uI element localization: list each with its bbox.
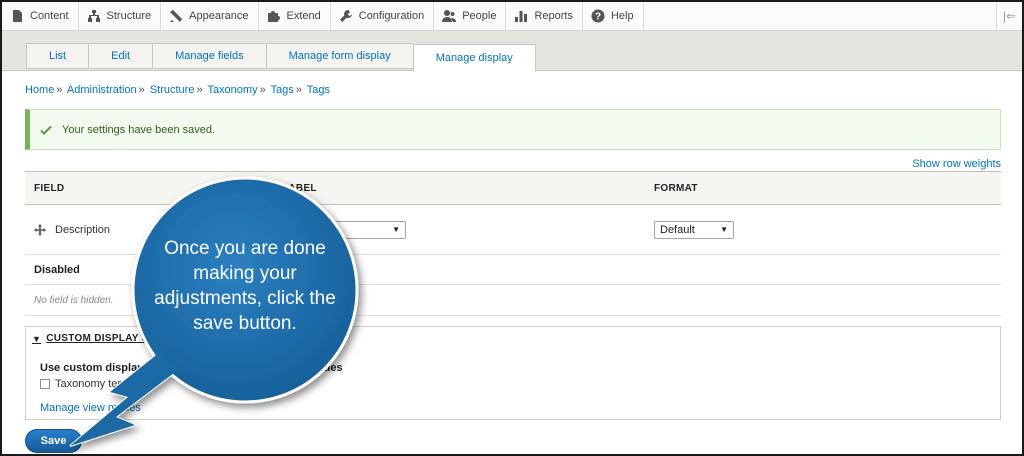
taxonomy-term-page-option[interactable]: Taxonomy term page [40,378,158,390]
header-format: FORMAT [654,182,698,194]
breadcrumb-separator: » [196,84,203,96]
help-icon: ? [591,9,605,23]
chevron-down-icon: ▼ [392,225,400,234]
show-row-weights-link[interactable]: Show row weights [912,158,1001,170]
toolbar-label: Help [610,10,634,22]
label-select-value: - Hidden - [288,223,337,236]
toolbar-item-structure[interactable]: Structure [79,2,162,30]
content-icon [13,10,22,22]
callout-text: Once you are done making your adjustment… [154,238,336,334]
custom-display-settings: ▼ CUSTOM DISPLAY SETTINGS Use custom dis… [25,326,1001,420]
toolbar-item-reports[interactable]: Reports [506,2,583,30]
breadcrumb-tags-current[interactable]: Tags [307,84,330,96]
people-icon [442,10,457,22]
tab-edit[interactable]: Edit [88,43,153,69]
breadcrumb-separator: » [56,84,63,96]
status-message: Your settings have been saved. [25,109,1001,150]
extend-icon [267,11,280,22]
table-header: FIELD LABEL FORMAT [25,171,1001,205]
structure-icon [87,10,100,22]
manage-view-modes-link[interactable]: Manage view modes [40,402,141,414]
orientation-toggle-icon[interactable]: |⇐ [996,2,1022,30]
toolbar-label: Configuration [358,10,425,22]
admin-toolbar: Content Structure Appearance Extend Conf… [2,2,1022,31]
wrench-icon [339,10,352,22]
format-select[interactable]: Default ▼ [654,220,734,239]
toolbar-label: Content [30,10,69,22]
toolbar-label: Reports [534,10,573,22]
triangle-down-icon: ▼ [32,333,42,344]
toolbar-item-help[interactable]: ? Help [583,2,644,30]
breadcrumb-separator: » [295,84,302,96]
field-name: Description [55,223,111,236]
toolbar-label: Structure [106,10,152,22]
tab-bar: List Edit Manage fields Manage form disp… [2,31,1022,72]
reports-icon [515,11,528,22]
custom-display-heading: Use custom display settings for the foll… [40,362,343,374]
toolbar-item-extend[interactable]: Extend [259,2,331,30]
breadcrumb-home[interactable]: Home [25,84,54,96]
header-field: FIELD [34,182,65,194]
tab-list[interactable]: List [26,43,89,69]
toolbar-label: Appearance [189,10,249,22]
save-button[interactable]: Save [25,429,82,453]
checkbox-label: Taxonomy term page [55,378,158,390]
status-text: Your settings have been saved. [62,123,216,136]
breadcrumb: Home» Administration» Structure» Taxonom… [25,84,330,96]
breadcrumb-structure[interactable]: Structure [150,84,195,96]
checkmark-icon [40,125,52,135]
svg-text:?: ? [595,12,601,23]
breadcrumb-separator: » [259,84,266,96]
appearance-icon [170,10,183,22]
drag-handle-icon[interactable] [34,223,46,236]
header-label: LABEL [282,182,317,194]
taxonomy-term-page-checkbox[interactable] [40,379,50,389]
toolbar-label: People [462,10,497,22]
toolbar-item-content[interactable]: Content [2,2,79,30]
breadcrumb-taxonomy[interactable]: Taxonomy [207,84,257,96]
tab-manage-display[interactable]: Manage display [412,44,536,72]
toolbar-item-people[interactable]: People [434,2,507,30]
tab-manage-form-display[interactable]: Manage form display [265,43,413,69]
breadcrumb-separator: » [138,84,145,96]
breadcrumb-administration[interactable]: Administration [67,84,137,96]
breadcrumb-tags[interactable]: Tags [271,84,294,96]
tab-manage-fields[interactable]: Manage fields [152,43,266,69]
chevron-down-icon: ▼ [720,225,728,234]
toolbar-item-appearance[interactable]: Appearance [161,2,259,30]
toolbar-item-configuration[interactable]: Configuration [331,2,435,30]
toolbar-label: Extend [286,10,321,22]
format-select-value: Default [660,223,695,236]
